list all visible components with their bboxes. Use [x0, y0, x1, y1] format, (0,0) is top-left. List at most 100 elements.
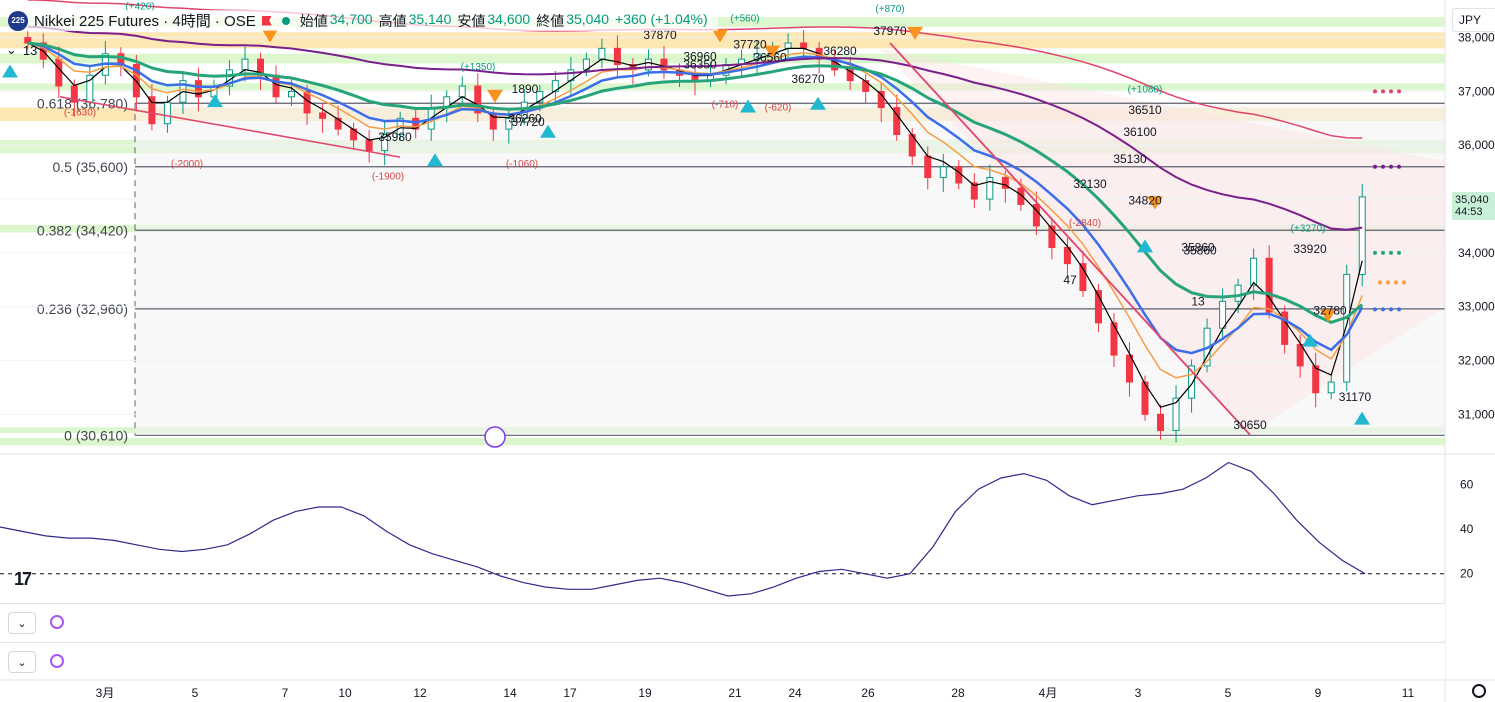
- currency-label: JPY: [1459, 13, 1482, 27]
- collapsed-pane-2: ⌄: [0, 642, 1445, 679]
- zone-band: [0, 438, 1445, 446]
- time-tick-label: 5: [192, 686, 199, 700]
- candle-body: [1157, 413, 1165, 431]
- time-tick-label: 24: [788, 686, 802, 700]
- time-tick-label: 21: [728, 686, 742, 700]
- sync-icon[interactable]: [50, 615, 64, 629]
- gear-icon[interactable]: [1472, 684, 1486, 698]
- projection-dot: [1394, 280, 1398, 285]
- price-tick-label: 33,000: [1458, 300, 1495, 314]
- price-tick-label: 37,000: [1458, 84, 1495, 98]
- high-label: 高値: [378, 12, 407, 29]
- projection-dot: [1373, 307, 1377, 312]
- swing-annotation: (+870): [875, 4, 904, 15]
- bar-countdown: 44:53: [1455, 206, 1483, 218]
- candle-body: [1327, 381, 1335, 394]
- price-axis: [1445, 0, 1495, 702]
- projection-dot: [1373, 89, 1377, 94]
- price-annotation: 47: [1063, 273, 1077, 287]
- swing-annotation: (-2840): [1069, 218, 1101, 229]
- low-value: 34,600: [487, 10, 531, 27]
- projection-dot: [1381, 89, 1385, 94]
- oscillator-line: [0, 461, 1366, 597]
- symbol-legend[interactable]: 225 Nikkei 225 Futures · 4時間 · OSE 始値 34,…: [8, 10, 718, 31]
- zone-band: [0, 53, 1445, 64]
- candle-body: [86, 74, 94, 103]
- candle-body: [862, 80, 870, 92]
- swing-annotation: (+1350): [461, 62, 496, 73]
- projection-dot: [1397, 164, 1401, 169]
- candle-body: [800, 42, 808, 49]
- projection-dot: [1389, 250, 1393, 255]
- candle-body: [1219, 300, 1227, 329]
- projection-dot: [1373, 250, 1377, 255]
- swing-annotation: (-1630): [64, 108, 96, 119]
- time-tick-label: 11: [1402, 686, 1415, 700]
- price-annotation: 36100: [1123, 125, 1157, 139]
- symbol-title[interactable]: Nikkei 225 Futures · 4時間 · OSE: [34, 10, 256, 31]
- candle-body: [1312, 365, 1320, 394]
- indicator-value: 13: [22, 42, 38, 58]
- open-value: 34,700: [329, 10, 373, 27]
- osc-tick-label: 60: [1460, 478, 1474, 492]
- close-value: 35,040: [566, 10, 610, 27]
- candle-body: [55, 58, 63, 87]
- tradingview-logo: 17: [14, 569, 32, 589]
- high-value: 35,140: [408, 10, 452, 27]
- main-chart[interactable]: 0.618 (36,780)0.5 (35,600)0.382 (34,420)…: [0, 0, 1495, 702]
- candle-body: [1265, 257, 1273, 313]
- chevron-down-icon: ⌄: [17, 617, 27, 630]
- collapse-legend-icon[interactable]: ⌄: [6, 42, 17, 58]
- candle-body: [288, 90, 296, 98]
- fib-label: 0.382 (34,420): [37, 222, 128, 238]
- swing-annotation: (+560): [730, 13, 759, 24]
- candle-body: [1234, 284, 1242, 302]
- candle-body: [924, 155, 932, 179]
- price-tick-label: 36,000: [1458, 138, 1495, 152]
- close-label: 終値: [536, 12, 565, 29]
- candle-body: [319, 112, 327, 119]
- price-annotation: 35130: [1113, 152, 1147, 166]
- collapsed-pane-1: ⌄: [0, 603, 1445, 640]
- candle-body: [1125, 354, 1133, 383]
- flag-icon[interactable]: [261, 15, 272, 26]
- swing-annotation: (-620): [765, 102, 792, 113]
- candle-body: [458, 85, 466, 98]
- price-tick-label: 34,000: [1458, 246, 1495, 260]
- candle-body: [955, 166, 963, 184]
- price-annotation: 32130: [1073, 177, 1107, 191]
- projection-dot: [1378, 280, 1382, 285]
- time-tick-label: 3月: [96, 686, 115, 700]
- market-status-icon: [281, 16, 290, 25]
- price-annotation: 13: [1191, 294, 1205, 308]
- swing-annotation: (+1080): [1128, 84, 1163, 95]
- candle-body: [163, 101, 171, 125]
- last-price: 35,040: [1455, 194, 1489, 206]
- projection-dot: [1397, 307, 1401, 312]
- osc-tick-label: 20: [1460, 567, 1474, 581]
- scroll-to-realtime-icon: [484, 426, 506, 448]
- time-tick-label: 10: [338, 686, 352, 700]
- projection-dot: [1386, 280, 1390, 285]
- price-tick-label: 38,000: [1458, 31, 1495, 45]
- price-annotation: 31170: [1339, 390, 1372, 404]
- projection-dot: [1381, 250, 1385, 255]
- price-annotation: 35980: [378, 130, 412, 144]
- sync-icon[interactable]: [50, 654, 64, 668]
- time-tick-label: 28: [951, 686, 965, 700]
- price-tick-label: 31,000: [1458, 407, 1495, 421]
- currency-selector[interactable]: JPY: [1452, 8, 1495, 32]
- pane-expand-button-1[interactable]: ⌄: [8, 612, 36, 634]
- pane-expand-button-2[interactable]: ⌄: [8, 651, 36, 673]
- price-annotation: 37970: [873, 24, 907, 38]
- indicator-legend[interactable]: ⌄ 13: [6, 42, 37, 58]
- price-annotation: 36510: [1128, 103, 1162, 117]
- projection-dot: [1389, 307, 1393, 312]
- projection-dot: [1389, 164, 1393, 169]
- price-annotation: 33920: [1293, 242, 1327, 256]
- candle-body: [598, 47, 606, 60]
- price-tick-label: 32,000: [1458, 354, 1495, 368]
- swing-annotation: (-1060): [506, 159, 538, 170]
- projection-dot: [1381, 164, 1385, 169]
- candle-body: [272, 74, 280, 98]
